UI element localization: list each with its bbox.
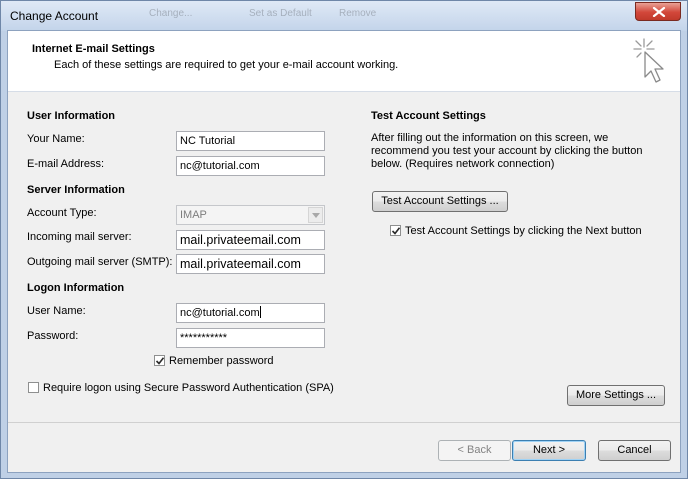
user-info-heading: User Information [27, 110, 116, 122]
outgoing-server-label: Outgoing mail server (SMTP): [27, 256, 173, 268]
header-title: Internet E-mail Settings [32, 43, 155, 55]
spa-label: Require logon using Secure Password Auth… [43, 382, 334, 394]
auto-test-label: Test Account Settings by clicking the Ne… [405, 225, 642, 237]
incoming-server-field[interactable]: mail.privateemail.com [176, 230, 325, 250]
ghost-change-label: Change... [149, 8, 193, 19]
dialog-header: Internet E-mail Settings Each of these s… [8, 31, 680, 91]
ghost-remove-label: Remove [339, 8, 377, 19]
close-button[interactable] [635, 2, 681, 21]
next-button[interactable]: Next > [512, 440, 586, 461]
checkmark-icon [155, 357, 165, 365]
chevron-down-icon [312, 213, 320, 218]
outgoing-server-field[interactable]: mail.privateemail.com [176, 254, 325, 274]
server-info-heading: Server Information [27, 184, 125, 196]
remember-password-label: Remember password [169, 355, 274, 367]
auto-test-checkbox[interactable] [390, 225, 401, 236]
your-name-label: Your Name: [27, 133, 85, 145]
account-type-dropdown [308, 207, 323, 223]
logon-info-heading: Logon Information [27, 282, 125, 294]
background-toolbar-ghost: Change... Set as Default Remove [121, 6, 541, 22]
your-name-field[interactable]: NC Tutorial [176, 131, 325, 151]
more-settings-button[interactable]: More Settings ... [567, 385, 665, 406]
incoming-server-label: Incoming mail server: [27, 231, 132, 243]
cancel-button[interactable]: Cancel [598, 440, 671, 461]
back-button[interactable]: < Back [438, 440, 511, 461]
user-name-label: User Name: [27, 305, 86, 317]
change-account-dialog: Change Account Change... Set as Default … [0, 0, 688, 479]
remember-password-checkbox[interactable] [154, 355, 165, 366]
text-caret [259, 306, 261, 318]
dialog-client-area: Internet E-mail Settings Each of these s… [7, 30, 681, 473]
password-label: Password: [27, 330, 79, 342]
window-title: Change Account [10, 9, 99, 23]
close-icon [652, 7, 666, 17]
title-bar: Change Account Change... Set as Default … [1, 1, 687, 31]
header-subtitle: Each of these settings are required to g… [54, 59, 399, 71]
account-type-select: IMAP [176, 205, 325, 225]
email-address-label: E-mail Address: [27, 158, 105, 170]
dialog-footer: < Back Next > Cancel [8, 423, 680, 472]
user-name-field[interactable]: nc@tutorial.com [176, 303, 325, 323]
test-settings-description: After filling out the information on thi… [371, 132, 643, 170]
pointer-click-icon [633, 38, 664, 83]
checkmark-icon [391, 227, 401, 235]
password-field[interactable]: *********** [176, 328, 325, 348]
account-type-value: IMAP [180, 209, 207, 221]
user-name-value: nc@tutorial.com [180, 307, 260, 319]
email-address-field[interactable]: nc@tutorial.com [176, 156, 325, 176]
test-settings-heading: Test Account Settings [371, 110, 486, 122]
settings-body: User Information Your Name: NC Tutorial … [8, 92, 680, 422]
spa-checkbox[interactable] [28, 382, 39, 393]
account-type-label: Account Type: [27, 207, 97, 219]
ghost-set-default-label: Set as Default [249, 8, 312, 19]
test-account-settings-button[interactable]: Test Account Settings ... [372, 191, 508, 212]
